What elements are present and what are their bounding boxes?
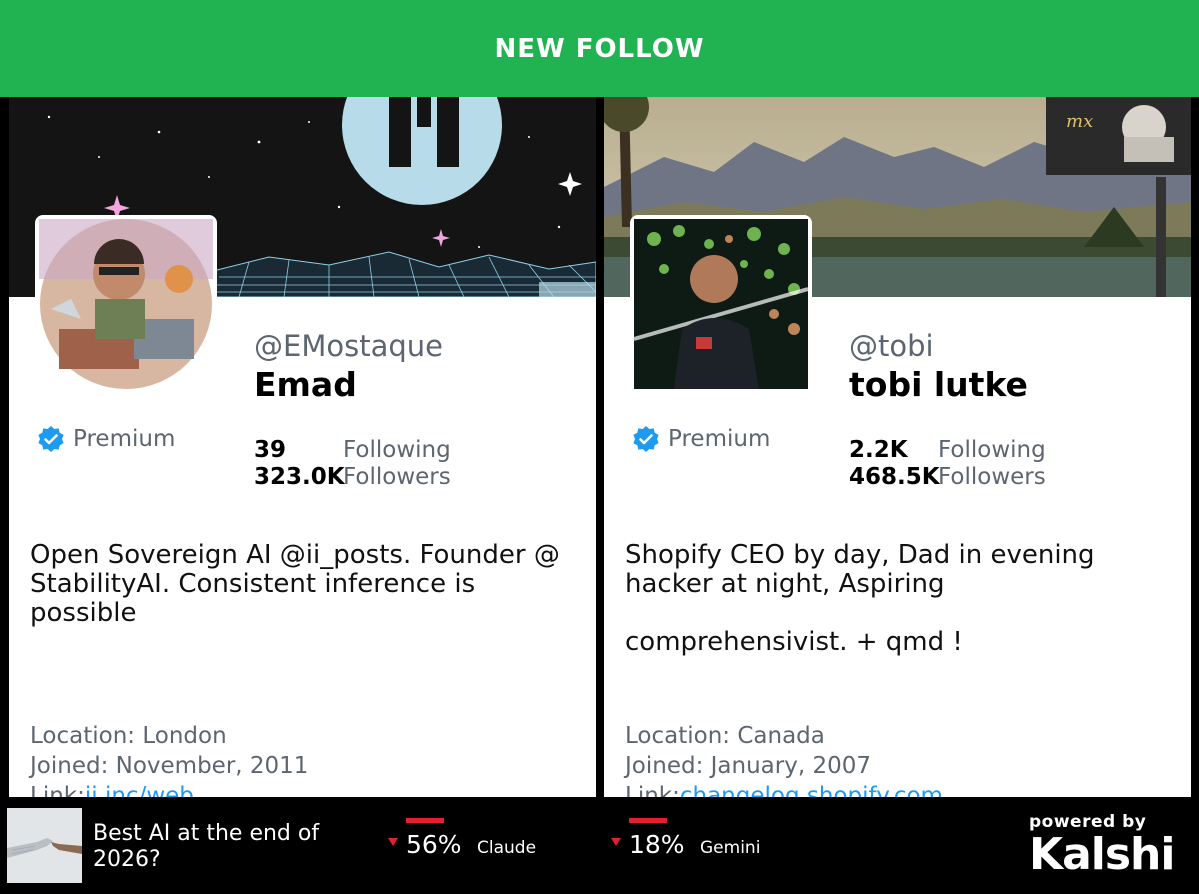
followers-count: 468.5K [849, 464, 940, 490]
profile-bio: Open Sovereign AI @ii_posts. Founder @ S… [30, 540, 560, 628]
profile-link[interactable]: ii.inc/web [85, 783, 194, 797]
profile-name[interactable]: Emad [254, 365, 357, 404]
following-label: Following [938, 437, 1046, 463]
followers-stat[interactable]: 468.5K Followers [849, 464, 1046, 491]
followers-label: Followers [343, 464, 451, 490]
market-thumbnail [7, 808, 82, 883]
avatar[interactable] [35, 215, 217, 393]
following-stat[interactable]: 2.2K Following [849, 437, 1046, 464]
new-follow-header: NEW FOLLOW [0, 0, 1199, 97]
brand-name: Kalshi [1029, 829, 1175, 880]
premium-badge: Premium [37, 425, 175, 453]
following-stat[interactable]: 39 Following [254, 437, 451, 464]
following-count: 2.2K [849, 437, 908, 463]
profile-card-emad[interactable]: @EMostaque Emad Premium 39 Following 323… [9, 97, 596, 797]
premium-label: Premium [668, 426, 771, 452]
market-question[interactable]: Best AI at the end of 2026? [93, 821, 363, 873]
profile-bio: Shopify CEO by day, Dad in evening hacke… [625, 540, 1095, 657]
profile-joined: Joined: November, 2011 [30, 753, 309, 779]
profile-name[interactable]: tobi lutke [849, 365, 1028, 404]
following-count: 39 [254, 437, 287, 463]
svg-text:mx: mx [1066, 111, 1093, 132]
avatar[interactable] [630, 215, 812, 393]
profile-stats: 2.2K Following 468.5K Followers [849, 437, 1046, 491]
verified-icon [38, 426, 64, 452]
market-ticker: Best AI at the end of 2026? 56% Claude 1… [0, 797, 1199, 894]
profile-stats: 39 Following 323.0K Followers [254, 437, 451, 491]
header-title: NEW FOLLOW [494, 33, 705, 64]
profile-handle[interactable]: @EMostaque [254, 329, 443, 363]
profile-handle[interactable]: @tobi [849, 329, 934, 363]
following-label: Following [343, 437, 451, 463]
link-prefix: Link: [30, 783, 85, 797]
profile-meta: Location: London Joined: November, 2011 … [30, 721, 308, 797]
profile-location: Location: London [30, 723, 227, 749]
profile-joined: Joined: January, 2007 [625, 753, 871, 779]
option-bar [406, 818, 444, 823]
profile-link-row: Link:ii.inc/web [30, 781, 308, 797]
option-candidate: Gemini [700, 838, 761, 858]
option-candidate: Claude [477, 838, 537, 858]
premium-label: Premium [73, 426, 176, 452]
link-prefix: Link: [625, 783, 680, 797]
followers-stat[interactable]: 323.0K Followers [254, 464, 451, 491]
profile-location: Location: Canada [625, 723, 825, 749]
option-percent: 56% [406, 830, 462, 859]
verified-icon [633, 426, 659, 452]
followers-count: 323.0K [254, 464, 345, 490]
profile-link[interactable]: changelog.shopify.com [680, 783, 943, 797]
profile-meta: Location: Canada Joined: January, 2007 L… [625, 721, 943, 797]
down-arrow-icon [388, 838, 398, 846]
card-divider [596, 97, 604, 797]
premium-badge: Premium [632, 425, 770, 453]
profile-card-tobi[interactable]: mx @tobi tobi lutke Premium 2.2K Followi… [604, 97, 1191, 797]
option-percent: 18% [629, 830, 685, 859]
down-arrow-icon [611, 838, 621, 846]
followers-label: Followers [938, 464, 1046, 490]
option-bar [629, 818, 667, 823]
kalshi-logo[interactable]: powered by Kalshi [1029, 812, 1175, 880]
profile-link-row: Link:changelog.shopify.com [625, 781, 943, 797]
